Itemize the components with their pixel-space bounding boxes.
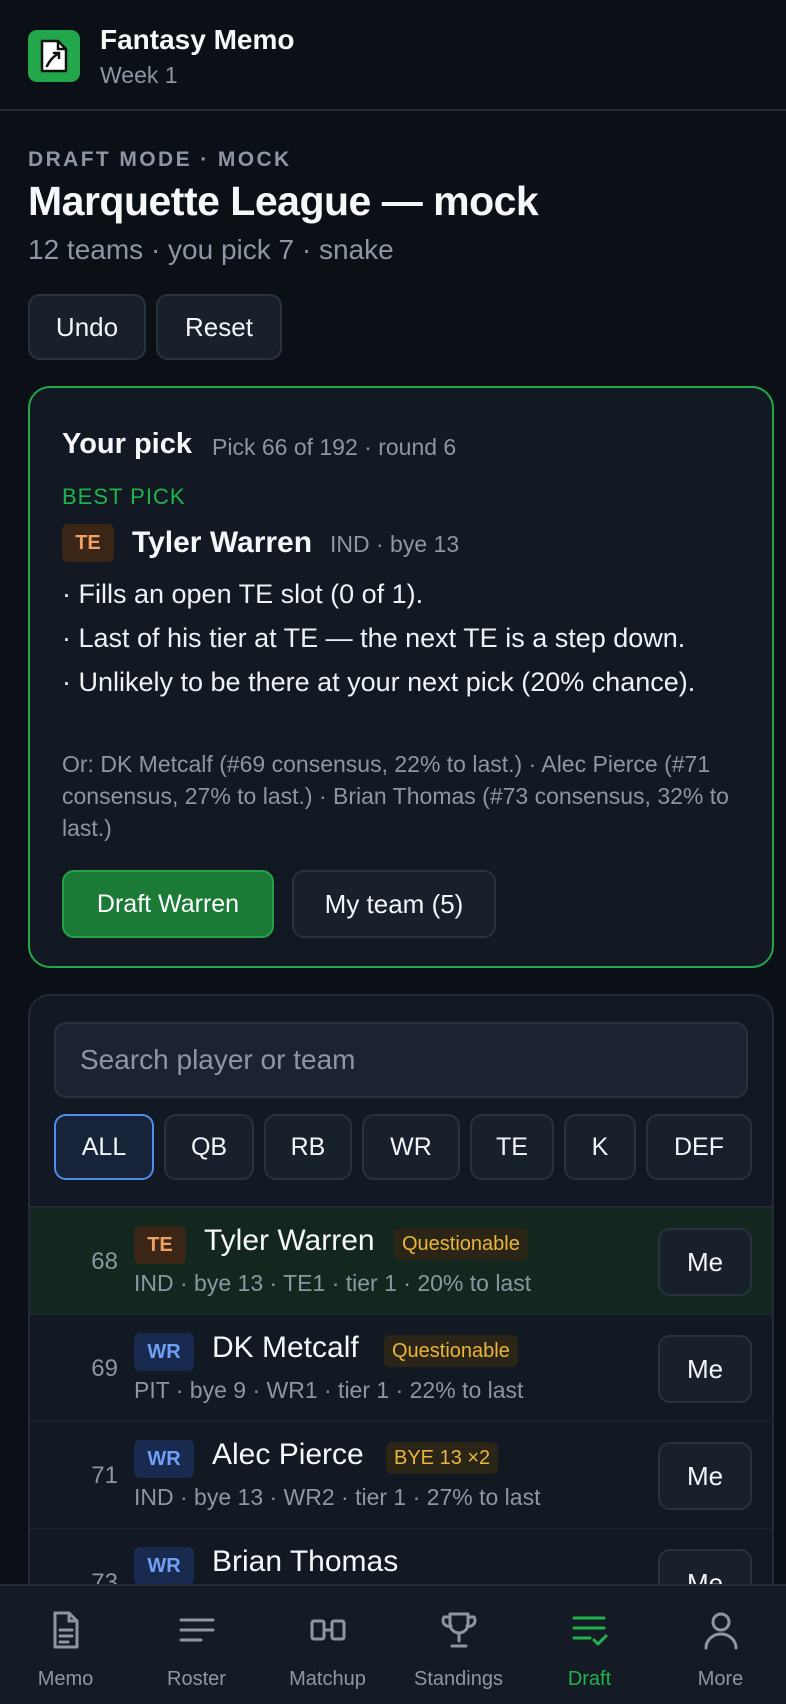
recommended-player-name: Tyler Warren [132, 526, 313, 559]
filter-chip-def[interactable]: DEF [646, 1114, 752, 1180]
player-row[interactable]: 71 WR Alec Pierce BYE 13 ×2 IND · bye 13… [30, 1422, 772, 1528]
person-icon [704, 1612, 738, 1650]
tab-label: Memo [37, 1668, 94, 1690]
draft-meta: 12 teams · you pick 7 · snake [28, 234, 394, 265]
me-button[interactable]: Me [658, 1228, 752, 1296]
tab-label: Matchup [289, 1668, 366, 1690]
filter-chip-te[interactable]: TE [470, 1114, 554, 1180]
draft-checklist-icon [572, 1616, 608, 1646]
reset-button[interactable]: Reset [156, 294, 282, 360]
filter-chip-k[interactable]: K [564, 1114, 636, 1180]
best-pick-label: BEST PICK [62, 484, 186, 509]
app-header: Fantasy Memo Week 1 [0, 0, 786, 111]
tab-roster[interactable]: Roster [131, 1586, 262, 1704]
filter-chip-all[interactable]: ALL [54, 1114, 154, 1180]
tab-draft[interactable]: Draft [524, 1586, 655, 1704]
player-rank: 71 [91, 1462, 118, 1489]
position-badge: WR [134, 1440, 194, 1478]
player-rank: 68 [91, 1248, 118, 1275]
draft-mode-label: DRAFT MODE · MOCK [28, 148, 292, 171]
position-badge: WR [134, 1547, 194, 1585]
pick-info: Pick 66 of 192 · round 6 [212, 434, 457, 460]
bye-badge: BYE 13 ×2 [386, 1442, 499, 1474]
tab-matchup[interactable]: Matchup [262, 1586, 393, 1704]
app-logo-icon [28, 30, 80, 82]
your-pick-card: Your pick Pick 66 of 192 · round 6 BEST … [28, 386, 774, 968]
your-pick-title: Your pick [62, 428, 192, 460]
status-badge: Questionable [384, 1335, 518, 1367]
tab-label: More [697, 1668, 744, 1690]
tab-memo[interactable]: Memo [0, 1586, 131, 1704]
filter-chip-qb[interactable]: QB [164, 1114, 254, 1180]
player-row[interactable]: 69 WR DK Metcalf Questionable PIT · bye … [30, 1315, 772, 1421]
recommended-player-meta: IND · bye 13 [330, 531, 460, 557]
status-badge: Questionable [394, 1228, 528, 1260]
list-icon [179, 1618, 215, 1642]
player-meta: IND · bye 13 · TE1 · tier 1 · 20% to las… [134, 1270, 532, 1296]
player-name: Tyler Warren [204, 1224, 375, 1257]
reason-item: · Fills an open TE slot (0 of 1). [62, 579, 424, 609]
tab-label: Draft [567, 1668, 612, 1690]
tab-label: Roster [167, 1668, 226, 1690]
week-label: Week 1 [100, 62, 178, 88]
me-button[interactable]: Me [658, 1442, 752, 1510]
player-meta: PIT · bye 9 · WR1 · tier 1 · 22% to last [134, 1377, 524, 1403]
my-team-button[interactable]: My team (5) [292, 870, 496, 938]
tab-label: Standings [414, 1668, 503, 1690]
player-meta: IND · bye 13 · WR2 · tier 1 · 27% to las… [134, 1484, 541, 1510]
undo-button[interactable]: Undo [28, 294, 146, 360]
filter-chip-wr[interactable]: WR [362, 1114, 460, 1180]
tab-more[interactable]: More [655, 1586, 786, 1704]
player-name: Brian Thomas [212, 1545, 399, 1578]
reason-item: · Last of his tier at TE — the next TE i… [62, 623, 686, 653]
bottom-tab-bar: Memo Roster Matchup Standings Draft More [0, 1584, 786, 1704]
position-badge: WR [134, 1333, 194, 1371]
page-title: Marquette League — mock [28, 178, 539, 224]
position-badge: TE [134, 1226, 186, 1264]
trophy-icon [441, 1612, 477, 1648]
player-name: DK Metcalf [212, 1331, 359, 1364]
alternative-picks: Or: DK Metcalf (#69 consensus, 22% to la… [62, 751, 729, 841]
filter-chip-rb[interactable]: RB [264, 1114, 352, 1180]
player-name: Alec Pierce [212, 1438, 364, 1471]
player-row[interactable]: 68 TE Tyler Warren Questionable IND · by… [30, 1208, 772, 1314]
player-rank: 69 [91, 1355, 118, 1382]
app-title: Fantasy Memo [100, 24, 295, 55]
matchup-icon [310, 1619, 346, 1641]
tab-standings[interactable]: Standings [393, 1586, 524, 1704]
reason-item: · Unlikely to be there at your next pick… [62, 667, 696, 697]
document-icon [53, 1611, 79, 1649]
search-input[interactable]: Search player or team [54, 1022, 748, 1098]
draft-player-button[interactable]: Draft Warren [62, 870, 274, 938]
pick-reasons: · Fills an open TE slot (0 of 1). · Last… [62, 574, 752, 706]
position-badge: TE [62, 524, 114, 562]
me-button[interactable]: Me [658, 1335, 752, 1403]
